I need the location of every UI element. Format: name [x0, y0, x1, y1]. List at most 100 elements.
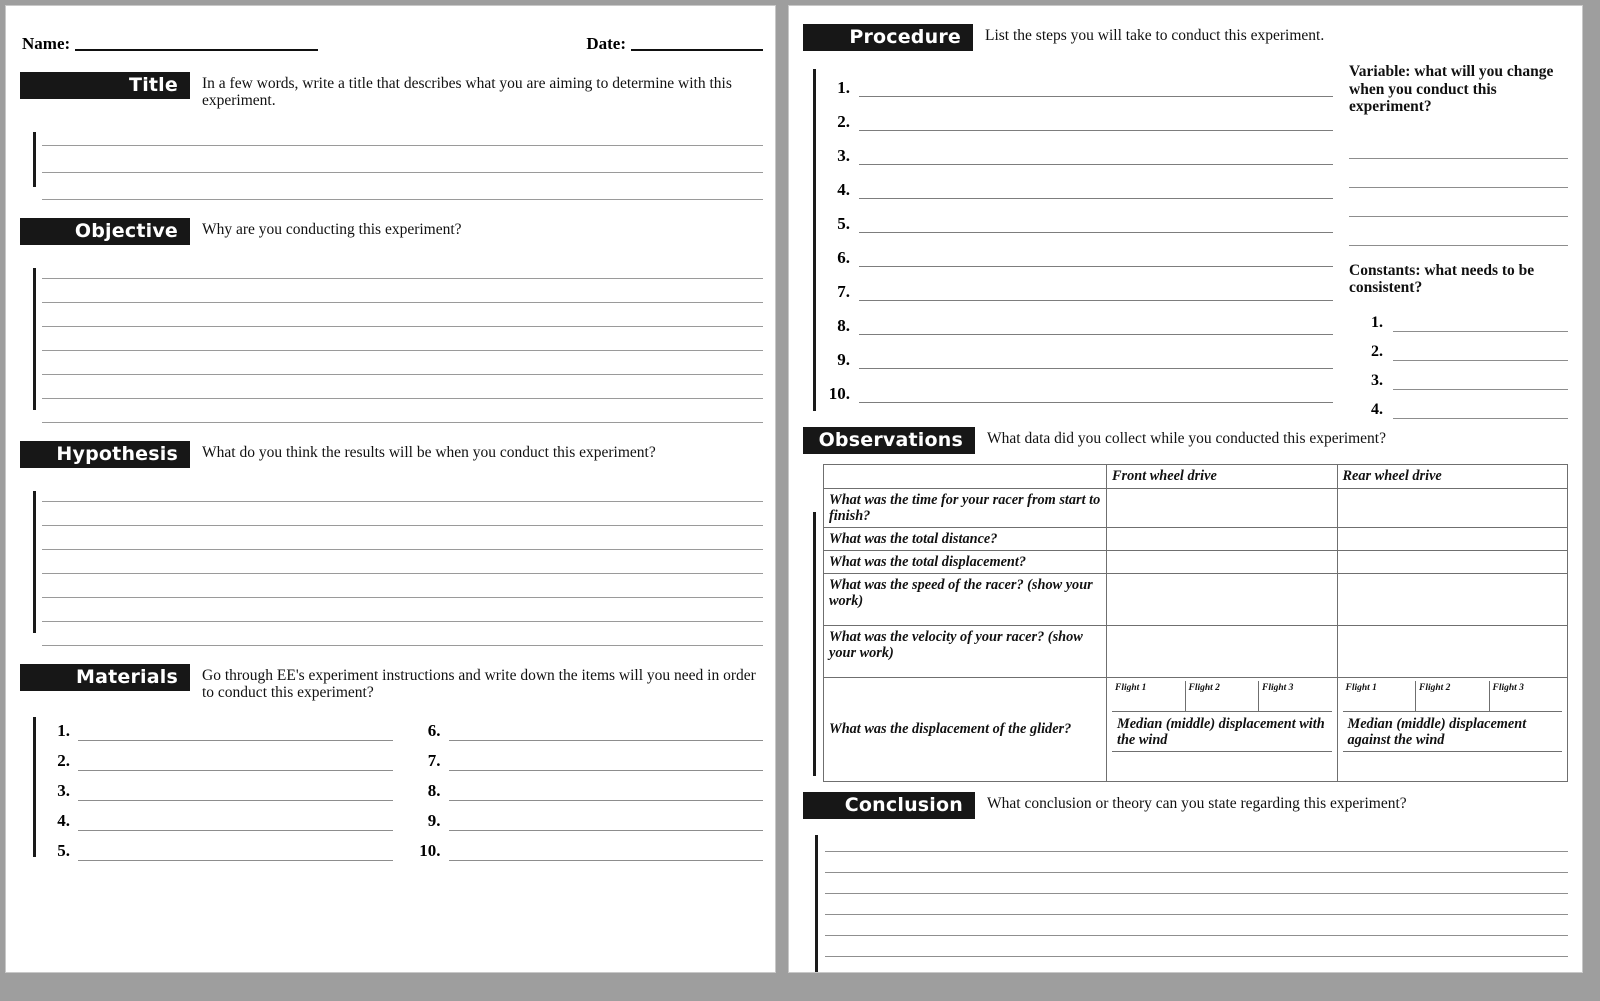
materials-item[interactable]: 10. — [413, 831, 763, 861]
median-answer-cell[interactable] — [1342, 750, 1562, 777]
answer-line[interactable] — [825, 894, 1568, 915]
table-answer-cell[interactable] — [1106, 526, 1338, 551]
answer-line[interactable] — [42, 502, 763, 526]
variable-answer-line[interactable] — [1349, 130, 1568, 159]
procedure-step-line[interactable] — [859, 249, 1333, 267]
answer-lines-objective[interactable] — [20, 255, 763, 423]
flight-header[interactable]: Flight 1 — [1112, 680, 1186, 711]
procedure-step-line[interactable] — [859, 113, 1333, 131]
procedure-step[interactable]: 3. — [823, 131, 1333, 165]
table-answer-cell[interactable] — [1336, 487, 1568, 528]
table-answer-cell[interactable] — [1336, 572, 1568, 626]
constants-item-line[interactable] — [1393, 372, 1568, 390]
procedure-step-line[interactable] — [859, 215, 1333, 233]
procedure-step-line[interactable] — [859, 147, 1333, 165]
answer-line[interactable] — [42, 375, 763, 399]
materials-item-line[interactable] — [448, 841, 763, 861]
answer-line[interactable] — [42, 550, 763, 574]
procedure-step-line[interactable] — [859, 181, 1333, 199]
procedure-step-line[interactable] — [859, 351, 1333, 369]
materials-item[interactable]: 4. — [42, 801, 393, 831]
answer-line[interactable] — [825, 915, 1568, 936]
flight-header[interactable]: Flight 2 — [1416, 680, 1490, 711]
answer-line[interactable] — [42, 303, 763, 327]
variable-answer-line[interactable] — [1349, 159, 1568, 188]
materials-item[interactable]: 3. — [42, 771, 393, 801]
procedure-step-line[interactable] — [859, 385, 1333, 403]
materials-item-line[interactable] — [78, 751, 393, 771]
answer-lines-conclusion[interactable] — [803, 831, 1568, 973]
answer-lines-hypothesis[interactable] — [20, 478, 763, 646]
materials-item[interactable]: 8. — [413, 771, 763, 801]
median-answer-cell[interactable] — [1112, 750, 1332, 777]
materials-item[interactable]: 7. — [413, 741, 763, 771]
table-answer-cell[interactable] — [1106, 487, 1338, 528]
materials-item[interactable]: 9. — [413, 801, 763, 831]
procedure-step[interactable]: 9. — [823, 335, 1333, 369]
constants-item[interactable]: 2. — [1363, 332, 1568, 361]
answer-line[interactable] — [825, 957, 1568, 973]
constants-item[interactable]: 1. — [1363, 303, 1568, 332]
procedure-step[interactable]: 2. — [823, 97, 1333, 131]
materials-item-line[interactable] — [78, 781, 393, 801]
materials-item[interactable]: 6. — [413, 711, 763, 741]
answer-lines-title[interactable] — [20, 119, 763, 200]
answer-line[interactable] — [42, 574, 763, 598]
flight-header[interactable]: Flight 3 — [1490, 681, 1563, 711]
variable-answer-line[interactable] — [1349, 217, 1568, 246]
table-answer-cell[interactable] — [1336, 526, 1568, 551]
answer-line[interactable] — [42, 279, 763, 303]
constants-item-line[interactable] — [1393, 401, 1568, 419]
materials-item-line[interactable] — [78, 721, 393, 741]
variable-answer-line[interactable] — [1349, 188, 1568, 217]
materials-item[interactable]: 1. — [42, 711, 393, 741]
answer-line[interactable] — [825, 873, 1568, 894]
variable-answer-lines[interactable] — [1349, 130, 1568, 246]
answer-line[interactable] — [825, 831, 1568, 852]
materials-item[interactable]: 5. — [42, 831, 393, 861]
procedure-step[interactable]: 8. — [823, 301, 1333, 335]
date-input-line[interactable] — [631, 49, 763, 51]
answer-line[interactable] — [825, 936, 1568, 957]
answer-line[interactable] — [42, 173, 763, 200]
answer-line[interactable] — [42, 146, 763, 173]
procedure-step[interactable]: 5. — [823, 199, 1333, 233]
table-answer-cell[interactable] — [1336, 549, 1568, 574]
procedure-step[interactable]: 7. — [823, 267, 1333, 301]
materials-item-line[interactable] — [448, 811, 763, 831]
materials-item-line[interactable] — [448, 721, 763, 741]
answer-line[interactable] — [42, 526, 763, 550]
answer-line[interactable] — [42, 255, 763, 279]
flight-header[interactable]: Flight 1 — [1343, 680, 1416, 711]
answer-line[interactable] — [42, 478, 763, 502]
answer-line[interactable] — [42, 119, 763, 146]
materials-item-line[interactable] — [78, 811, 393, 831]
answer-line[interactable] — [42, 399, 763, 423]
materials-item-line[interactable] — [448, 781, 763, 801]
table-answer-cell[interactable] — [1106, 549, 1338, 574]
constants-item-line[interactable] — [1393, 343, 1568, 361]
procedure-step[interactable]: 1. — [823, 63, 1333, 97]
materials-item-line[interactable] — [448, 751, 763, 771]
procedure-step-line[interactable] — [859, 317, 1333, 335]
table-answer-cell[interactable] — [1106, 624, 1338, 678]
name-input-line[interactable] — [75, 49, 319, 51]
answer-line[interactable] — [42, 327, 763, 351]
table-answer-cell[interactable] — [1336, 624, 1568, 678]
procedure-step[interactable]: 4. — [823, 165, 1333, 199]
answer-line[interactable] — [42, 351, 763, 375]
table-answer-cell[interactable] — [1106, 572, 1338, 626]
procedure-step[interactable]: 6. — [823, 233, 1333, 267]
constants-item[interactable]: 4. — [1363, 390, 1568, 419]
constants-item-line[interactable] — [1393, 314, 1568, 332]
answer-line[interactable] — [825, 852, 1568, 873]
flight-header[interactable]: Flight 2 — [1186, 680, 1259, 711]
answer-line[interactable] — [42, 622, 763, 646]
materials-item-line[interactable] — [78, 841, 393, 861]
procedure-step-line[interactable] — [859, 79, 1333, 97]
materials-item[interactable]: 2. — [42, 741, 393, 771]
constants-item[interactable]: 3. — [1363, 361, 1568, 390]
procedure-step-line[interactable] — [859, 283, 1333, 301]
procedure-step[interactable]: 10. — [823, 369, 1333, 403]
answer-line[interactable] — [42, 598, 763, 622]
